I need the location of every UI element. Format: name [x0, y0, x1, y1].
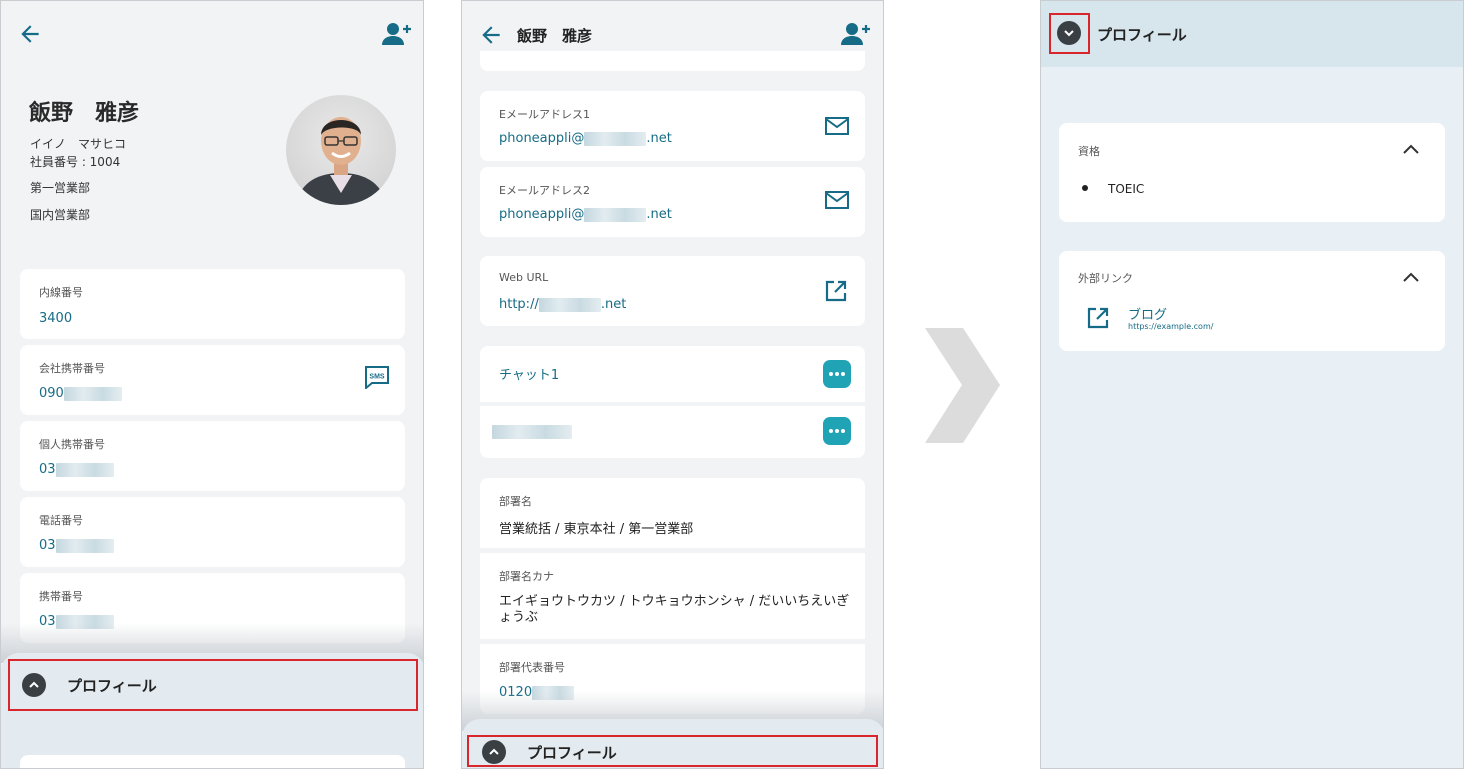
- external-link-icon[interactable]: [824, 279, 848, 303]
- chat-icon[interactable]: [823, 360, 851, 388]
- profile-screen-main: 飯野 雅彦 イイノ マサヒコ 社員番号 : 1004 第一営業部 国内営業部 内…: [0, 0, 424, 769]
- masked-value: [584, 207, 647, 222]
- external-link-icon[interactable]: [1086, 306, 1110, 330]
- profile-screen-scrolled: 飯野 雅彦 Eメールアドレス1 phoneappli@ .net Eメールアドレス…: [461, 0, 884, 769]
- field-company-mobile[interactable]: 会社携帯番号 090 SMS: [20, 345, 405, 415]
- masked-value: [584, 131, 647, 146]
- field-department-kana: 部署名カナ エイギョウトウカツ / トウキョウホンシャ / だいいちえいぎ ょう…: [480, 553, 865, 639]
- field-label: Eメールアドレス1: [499, 108, 590, 121]
- masked-value: [63, 386, 122, 401]
- field-label: 部署名: [499, 495, 532, 508]
- profile-card-peek: [20, 755, 405, 768]
- field-label: Web URL: [499, 271, 549, 284]
- field-label: 個人携帯番号: [39, 438, 105, 451]
- mail-icon[interactable]: [824, 116, 850, 136]
- field-department-name: 部署名 営業統括 / 東京本社 / 第一営業部: [480, 478, 865, 548]
- chat-icon[interactable]: [823, 417, 851, 445]
- qualification-section: 資格 TOEIC: [1059, 123, 1445, 222]
- field-label: 内線番号: [39, 286, 83, 299]
- field-label: 部署代表番号: [499, 661, 565, 674]
- field-value: 03: [39, 538, 56, 553]
- field-value: 営業統括 / 東京本社 / 第一営業部: [499, 522, 694, 537]
- employee-number: 社員番号 : 1004: [30, 155, 121, 169]
- person-name: 飯野 雅彦: [29, 101, 140, 126]
- field-phone[interactable]: 電話番号 03: [20, 497, 405, 567]
- field-label: 携帯番号: [39, 590, 83, 603]
- email-prefix: phoneappli@: [499, 207, 585, 222]
- chevron-up-icon[interactable]: [1401, 142, 1421, 156]
- field-chat-1[interactable]: チャット1: [480, 346, 865, 402]
- field-value: 090: [39, 386, 64, 401]
- chevron-up-icon[interactable]: [1401, 270, 1421, 284]
- external-links-section: 外部リンク ブログ https://example.com/: [1059, 251, 1445, 351]
- profile-toggle-label[interactable]: プロフィール: [67, 675, 157, 696]
- svg-text:SMS: SMS: [369, 374, 385, 381]
- email-suffix: .net: [646, 207, 672, 222]
- email-suffix: .net: [646, 131, 672, 146]
- next-step-chevron-icon: [925, 328, 1000, 443]
- field-label: 会社携帯番号: [39, 362, 105, 375]
- field-personal-mobile[interactable]: 個人携帯番号 03: [20, 421, 405, 491]
- url-suffix: .net: [600, 297, 627, 312]
- profile-drawer: [462, 719, 883, 768]
- qualification-item: TOEIC: [1108, 182, 1145, 196]
- email-prefix: phoneappli@: [499, 131, 585, 146]
- masked-value: [538, 297, 601, 312]
- field-value: 3400: [39, 311, 73, 326]
- profile-drawer: [1, 653, 423, 768]
- collapse-down-icon[interactable]: [1057, 21, 1081, 45]
- profile-expanded-screen: プロフィール 資格 TOEIC 外部リンク ブログ https://exampl…: [1040, 0, 1464, 769]
- field-value: エイギョウトウカツ / トウキョウホンシャ / だいいちえいぎ ょうぶ: [499, 594, 850, 625]
- link-url[interactable]: https://example.com/: [1128, 322, 1213, 331]
- field-email-2[interactable]: Eメールアドレス2 phoneappli@ .net: [480, 167, 865, 237]
- add-contact-icon[interactable]: [381, 21, 413, 47]
- department-secondary: 国内営業部: [30, 208, 91, 222]
- field-value: 03: [39, 462, 56, 477]
- section-label: 外部リンク: [1078, 272, 1133, 285]
- link-title[interactable]: ブログ: [1128, 304, 1167, 323]
- masked-value: [55, 462, 114, 477]
- department-primary: 第一営業部: [30, 181, 91, 195]
- profile-toggle-label[interactable]: プロフィール: [1097, 24, 1187, 45]
- expand-up-icon[interactable]: [22, 673, 46, 697]
- field-extension[interactable]: 内線番号 3400: [20, 269, 405, 339]
- expand-up-icon[interactable]: [482, 740, 506, 764]
- masked-value: [55, 538, 114, 553]
- field-label: 部署名カナ: [499, 570, 554, 583]
- field-chat-2[interactable]: [480, 406, 865, 458]
- sms-icon[interactable]: SMS: [364, 365, 390, 389]
- field-email-1[interactable]: Eメールアドレス1 phoneappli@ .net: [480, 91, 865, 161]
- bullet-icon: [1082, 185, 1088, 191]
- field-label: 電話番号: [39, 514, 83, 527]
- back-arrow-icon[interactable]: [17, 21, 43, 47]
- add-contact-icon[interactable]: [840, 21, 872, 47]
- mail-icon[interactable]: [824, 190, 850, 210]
- profile-toggle-label[interactable]: プロフィール: [527, 742, 617, 763]
- masked-value: [492, 425, 572, 439]
- back-arrow-icon[interactable]: [478, 22, 504, 48]
- section-label: 資格: [1078, 145, 1100, 158]
- avatar: [286, 95, 396, 205]
- chat-label: チャット1: [499, 368, 560, 383]
- header-name: 飯野 雅彦: [517, 27, 593, 45]
- field-label: Eメールアドレス2: [499, 184, 590, 197]
- person-kana: イイノ マサヒコ: [30, 137, 127, 151]
- field-web-url[interactable]: Web URL http:// .net: [480, 256, 865, 326]
- url-prefix: http://: [499, 297, 539, 312]
- card-cut-off: [480, 51, 865, 71]
